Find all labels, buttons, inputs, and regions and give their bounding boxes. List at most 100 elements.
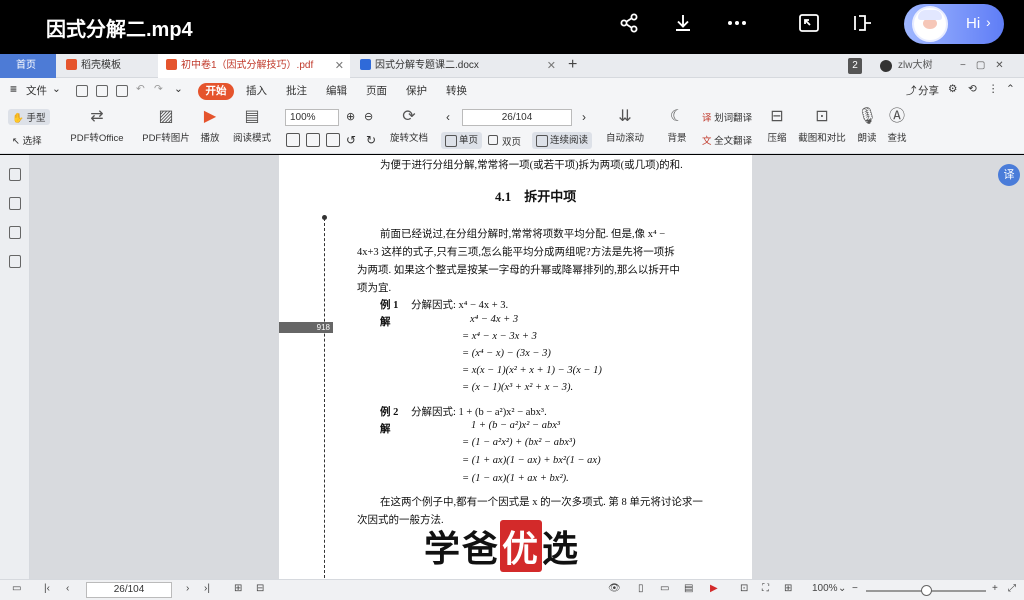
rotate-right-icon[interactable]: ↻ <box>366 133 376 147</box>
continuous-read-button[interactable]: 连续阅读 <box>532 132 593 149</box>
rotate-document-button[interactable]: ⟳ 旋转文档 <box>389 107 429 144</box>
single-page-view-icon[interactable]: ▯ <box>638 583 644 594</box>
zoom-slider-handle[interactable] <box>921 585 932 596</box>
actual-size-icon[interactable] <box>286 133 300 147</box>
tab-template[interactable]: 稻壳模板 <box>58 54 156 78</box>
pin-icon[interactable] <box>848 8 878 38</box>
floating-translate-button[interactable]: 译 <box>998 164 1020 186</box>
zoom-out-icon[interactable]: − <box>852 583 858 594</box>
settings-icon[interactable]: ⚙ <box>948 83 957 95</box>
open-folder-icon[interactable] <box>76 85 88 97</box>
bookmark-icon[interactable] <box>9 168 21 181</box>
zoom-select[interactable]: 100% <box>285 109 339 126</box>
collaborate-icon[interactable]: ⟲ <box>968 83 977 95</box>
math-step: = x⁴ − x − 3x + 3 <box>462 331 537 342</box>
tab-bar: 首页 稻壳模板 初中卷1（因式分解技巧）.pdf ✕ 因式分解专题课二.docx… <box>0 54 1024 78</box>
eye-icon[interactable]: 👁 <box>608 583 621 594</box>
single-page-button[interactable]: 单页 <box>441 132 483 149</box>
play-icon[interactable]: ▶ <box>710 583 718 594</box>
menu-protect[interactable]: 保护 <box>406 83 427 98</box>
more-icon[interactable] <box>722 8 752 38</box>
prev-page-icon[interactable]: ‹ <box>66 583 69 594</box>
screenshot-compare-button[interactable]: ⊡ 截图和对比 <box>796 107 848 144</box>
last-page-icon[interactable]: ›| <box>204 583 210 594</box>
chevron-down-icon[interactable]: ⌄ <box>174 83 183 95</box>
extract-page-icon[interactable]: ⊟ <box>256 583 264 594</box>
next-page-icon[interactable]: › <box>582 110 586 124</box>
chevron-up-icon[interactable]: ⌃ <box>1006 83 1015 95</box>
menu-share[interactable]: 分享 <box>918 83 939 98</box>
sidebar-toggle-icon[interactable]: ▭ <box>12 583 21 594</box>
double-page-button[interactable]: 双页 <box>488 134 521 148</box>
chevron-down-icon[interactable]: ⌄ <box>52 83 61 95</box>
read-mode-button[interactable]: ▤ 阅读模式 <box>232 107 272 144</box>
avatar[interactable] <box>880 60 892 72</box>
first-page-icon[interactable]: |‹ <box>44 583 50 594</box>
read-aloud-button[interactable]: 🎙 朗读 <box>856 107 878 144</box>
auto-scroll-button[interactable]: ⇊ 自动滚动 <box>602 107 648 144</box>
pdf-to-office-button[interactable]: ⇄ PDF转Office <box>66 107 128 144</box>
continuous-view-icon[interactable]: ▤ <box>684 583 693 594</box>
user-name[interactable]: zlw大树 <box>898 58 932 74</box>
window-count-badge[interactable]: 2 <box>848 58 862 74</box>
new-tab-icon[interactable]: + <box>568 54 577 78</box>
menu-page[interactable]: 页面 <box>366 83 387 98</box>
attachment-icon[interactable] <box>9 226 21 239</box>
more-icon[interactable]: ⋮ <box>988 83 999 95</box>
compress-button[interactable]: ⊟ 压缩 <box>766 107 788 144</box>
print-icon[interactable] <box>116 85 128 97</box>
fit-width-icon[interactable] <box>306 133 320 147</box>
share-icon[interactable]: ⤴ <box>906 83 917 98</box>
next-page-icon[interactable]: › <box>186 583 189 594</box>
picture-in-picture-icon[interactable] <box>794 8 824 38</box>
fit-page-icon[interactable] <box>326 133 340 147</box>
tab-docx[interactable]: 因式分解专题课二.docx ✕ <box>352 54 562 78</box>
tab-home[interactable]: 首页 <box>0 54 56 78</box>
save-icon[interactable] <box>96 85 108 97</box>
close-icon[interactable]: ✕ <box>547 54 556 78</box>
redo-icon[interactable]: ↷ <box>154 83 163 95</box>
pdf-to-image-button[interactable]: ▨ PDF转图片 <box>142 107 190 144</box>
double-page-view-icon[interactable]: ▭ <box>660 583 669 594</box>
tab-pdf[interactable]: 初中卷1（因式分解技巧）.pdf ✕ <box>158 54 350 78</box>
annotation-icon[interactable] <box>9 255 21 268</box>
zoom-in-icon[interactable]: ⊕ <box>346 110 355 123</box>
play-icon: ▶ <box>203 108 217 125</box>
select-tool-button[interactable]: ↖ 选择 <box>12 133 42 147</box>
fullscreen-icon[interactable]: ⤢ <box>1008 583 1016 594</box>
find-button[interactable]: Ⓐ 查找 <box>886 107 908 144</box>
close-icon[interactable]: ✕ <box>335 54 344 78</box>
ai-assistant-button[interactable]: Hi › <box>904 4 1004 44</box>
menu-edit[interactable]: 编辑 <box>326 83 347 98</box>
play-button[interactable]: ▶ 播放 <box>198 107 222 144</box>
hand-tool-button[interactable]: ✋ 手型 <box>8 109 50 125</box>
translate-word-button[interactable]: 译 划词翻译 <box>702 110 752 124</box>
hamburger-icon[interactable]: ≡ <box>10 83 22 95</box>
zoom-out-icon[interactable]: ⊖ <box>364 110 373 123</box>
thumbnail-icon[interactable] <box>9 197 21 210</box>
microphone-icon: 🎙 <box>857 108 878 125</box>
download-icon[interactable] <box>668 8 698 38</box>
menu-insert[interactable]: 插入 <box>246 83 267 98</box>
fullscreen-icon[interactable]: ⛶ <box>762 583 769 594</box>
share-icon[interactable] <box>614 8 644 38</box>
background-button[interactable]: ☾ 背景 <box>662 107 692 144</box>
menu-file[interactable]: 文件 <box>26 83 47 98</box>
page-number-input[interactable]: 26/104 <box>86 582 172 598</box>
window-controls[interactable]: −▢✕ <box>960 58 1014 74</box>
chevron-down-icon[interactable]: ⌄ <box>838 583 846 594</box>
menu-annotate[interactable]: 批注 <box>286 83 307 98</box>
fit-page-icon[interactable]: ⊡ <box>740 583 748 594</box>
rotate-left-icon[interactable]: ↺ <box>346 133 356 147</box>
page-number-input[interactable]: 26/104 <box>462 109 572 126</box>
add-page-icon[interactable]: ⊞ <box>234 583 242 594</box>
zoom-level[interactable]: 100% <box>812 583 838 594</box>
menu-start[interactable]: 开始 <box>198 83 234 100</box>
zoom-in-icon[interactable]: + <box>992 583 998 594</box>
fit-width-icon[interactable]: ⊞ <box>784 583 792 594</box>
prev-page-icon[interactable]: ‹ <box>446 110 450 124</box>
math-step: = (x⁴ − x) − (3x − 3) <box>462 348 551 359</box>
undo-icon[interactable]: ↶ <box>136 83 145 95</box>
translate-full-button[interactable]: 文 全文翻译 <box>702 133 752 147</box>
menu-convert[interactable]: 转换 <box>446 83 467 98</box>
